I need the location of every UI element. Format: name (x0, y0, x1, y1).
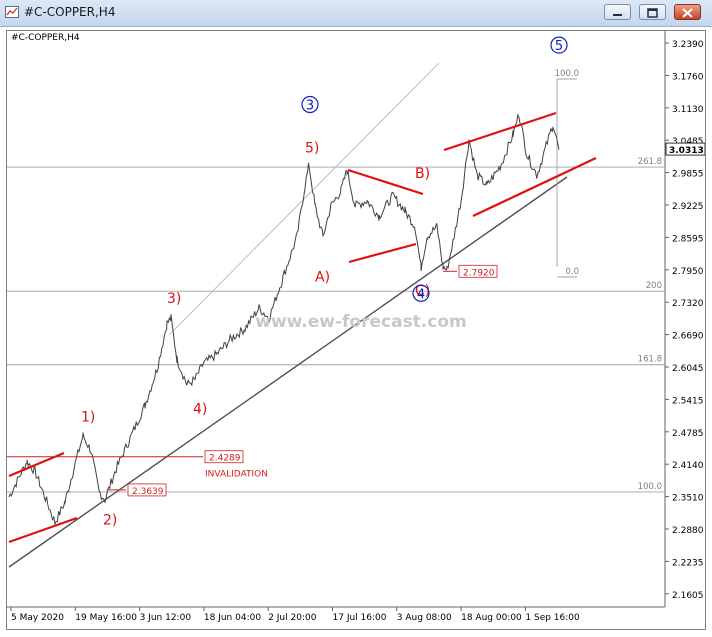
fib-level-label: 100.0 (638, 482, 662, 492)
level-invalidation-text: INVALIDATION (205, 470, 268, 480)
wave-label-minor: 4) (193, 401, 207, 417)
restore-button[interactable] (639, 4, 666, 20)
level-invalidation-value: 2.4289 (209, 454, 241, 464)
y-tick-label: 2.7320 (672, 299, 704, 309)
current-price-label: 3.0313 (669, 146, 704, 156)
base-channel-line (8, 176, 568, 568)
x-tick-label: 3 Aug 08:00 (397, 613, 452, 623)
window-title: #C-COPPER,H4 (24, 5, 116, 19)
y-tick-label: 3.1130 (672, 105, 704, 115)
wave-label-major: 3 (306, 99, 314, 114)
x-tick-label: 5 May 2020 (11, 613, 64, 623)
wedge-lower-line-1 (8, 516, 78, 544)
x-tick-label: 2 Jul 20:00 (268, 613, 317, 623)
chart-window-icon (5, 6, 19, 18)
y-tick-label: 2.3510 (672, 494, 704, 504)
level-2-3639-value: 2.3639 (132, 487, 164, 497)
wave-label-minor: 2) (103, 513, 117, 529)
y-tick-label: 3.2390 (672, 40, 704, 50)
y-tick-label: 2.9225 (672, 202, 704, 212)
x-tick-label: 1 Sep 16:00 (525, 613, 580, 623)
price-chart[interactable]: #C-COPPER,H4 261.8200161.8100.0100.00.0 … (7, 31, 706, 629)
x-tick-label: 17 Jul 16:00 (333, 613, 387, 623)
minimize-icon (613, 14, 622, 16)
close-icon (682, 8, 693, 18)
fib-level-label: 161.8 (638, 355, 662, 365)
chart-window: #C-COPPER,H4 261.8 200 161.8 100.0 100.0 0.0 … (6, 30, 706, 630)
restore-icon (647, 8, 658, 18)
fib-level-label: 200 (646, 281, 662, 291)
watermark-text: www.ew-forecast.com (255, 312, 467, 332)
chart-symbol-label: #C-COPPER,H4 (11, 33, 80, 43)
y-tick-label: 2.7950 (672, 267, 704, 277)
close-button[interactable] (674, 4, 701, 20)
y-tick-label: 2.4140 (672, 461, 704, 471)
x-tick-label: 3 Jun 12:00 (140, 613, 192, 623)
triangle-lower-line (348, 242, 417, 264)
wave-label-minor: B) (415, 166, 430, 182)
y-tick-label: 2.5415 (672, 396, 704, 406)
fib-level-label: 261.8 (638, 157, 662, 167)
wave-label-major: 4 (417, 287, 425, 302)
y-tick-label: 2.6045 (672, 364, 704, 374)
y-tick-label: 2.6690 (672, 332, 704, 342)
y-tick-label: 2.1605 (672, 591, 704, 601)
wave-label-major: 5 (555, 39, 563, 54)
triangle-upper-line (347, 168, 424, 196)
projection-bottom-label: 0.0 (565, 267, 579, 277)
window-titlebar: #C-COPPER,H4 (0, 0, 712, 27)
wave-label-minor: A) (315, 270, 330, 286)
y-tick-label: 2.2235 (672, 558, 704, 568)
x-tick-label: 19 May 16:00 (75, 613, 137, 623)
wave-label-minor: 3) (167, 291, 181, 307)
level-2-7920-value: 2.7920 (463, 268, 495, 278)
y-tick-label: 2.8595 (672, 234, 704, 244)
y-tick-label: 2.2880 (672, 526, 704, 536)
y-tick-label: 2.9855 (672, 170, 704, 180)
x-tick-label: 18 Aug 00:00 (461, 613, 522, 623)
projection-top-label: 100.0 (555, 69, 579, 79)
wave-label-minor: 5) (305, 141, 319, 157)
ending-diagonal-upper (443, 111, 557, 152)
wave-label-minor: 1) (81, 409, 95, 425)
minimize-button[interactable] (604, 4, 631, 20)
x-tick-label: 18 Jun 04:00 (204, 613, 261, 623)
y-tick-label: 3.1760 (672, 72, 704, 82)
y-tick-label: 2.4785 (672, 429, 704, 439)
